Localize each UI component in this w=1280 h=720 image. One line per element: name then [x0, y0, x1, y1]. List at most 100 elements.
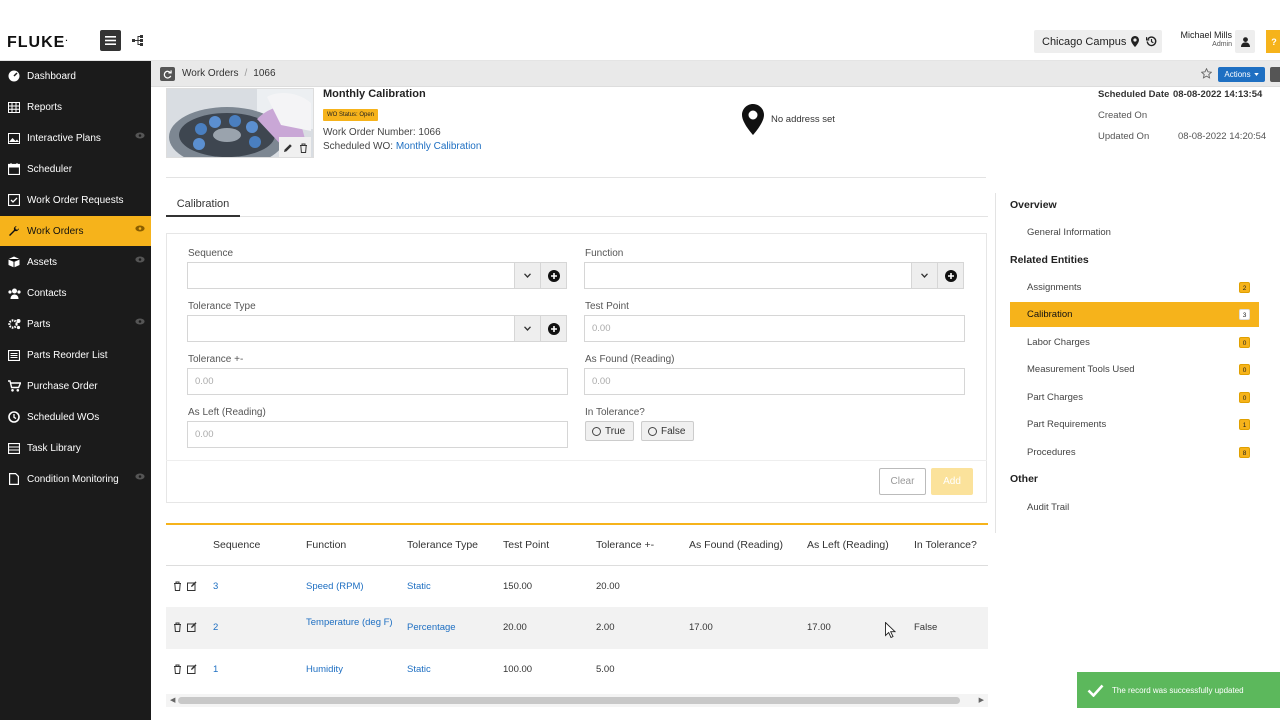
- tab-calibration[interactable]: Calibration: [166, 195, 240, 217]
- scroll-right-arrow-icon[interactable]: ▶: [979, 696, 984, 704]
- nav-part-charges[interactable]: Part Charges 0: [1010, 385, 1259, 410]
- cell-function[interactable]: Humidity: [306, 664, 343, 675]
- function-select[interactable]: [584, 262, 912, 289]
- success-toast[interactable]: The record was successfully updated: [1077, 672, 1280, 708]
- sidebar-item-parts-reorder-list[interactable]: Parts Reorder List: [0, 340, 151, 370]
- sidebar-item-work-order-requests[interactable]: Work Order Requests: [0, 185, 151, 215]
- refresh-button[interactable]: [160, 67, 175, 81]
- eye-icon[interactable]: [135, 132, 145, 139]
- sidebar-item-condition-monitoring[interactable]: Condition Monitoring: [0, 464, 151, 494]
- edit-icon[interactable]: [187, 581, 197, 591]
- tolerance-input[interactable]: 0.00: [187, 368, 568, 395]
- campus-selector[interactable]: Chicago Campus: [1034, 30, 1148, 53]
- hierarchy-button[interactable]: [128, 30, 148, 51]
- cell-function[interactable]: Temperature (deg F): [306, 616, 394, 629]
- cell-tolerance-type[interactable]: Static: [407, 581, 431, 592]
- nav-general-information[interactable]: General Information: [1010, 220, 1259, 245]
- sidebar-item-reports[interactable]: Reports: [0, 92, 151, 122]
- cell-sequence[interactable]: 1: [213, 664, 218, 675]
- sequence-dropdown-toggle[interactable]: [515, 262, 541, 289]
- cell-tolerance-type[interactable]: Static: [407, 664, 431, 675]
- false-label: False: [661, 425, 686, 437]
- menu-toggle-button[interactable]: [100, 30, 121, 51]
- sidebar-item-work-orders[interactable]: Work Orders: [0, 216, 151, 246]
- trash-icon[interactable]: [173, 581, 182, 591]
- nav-assignments[interactable]: Assignments 2: [1010, 275, 1259, 300]
- add-tolerance-type-button[interactable]: [541, 315, 567, 342]
- nav-part-requirements[interactable]: Part Requirements 1: [1010, 412, 1259, 437]
- tolerance-type-select[interactable]: [187, 315, 515, 342]
- eye-icon[interactable]: [135, 256, 145, 263]
- eye-icon[interactable]: [135, 473, 145, 480]
- column-header-in-tolerance[interactable]: In Tolerance?: [914, 539, 977, 551]
- as-found-input[interactable]: 0.00: [584, 368, 965, 395]
- column-header-as-found[interactable]: As Found (Reading): [689, 539, 783, 551]
- table-row[interactable]: 2 Temperature (deg F) Percentage 20.00 2…: [166, 607, 988, 649]
- breadcrumb-bar: Work Orders / 1066 Actions: [151, 61, 1280, 87]
- table-row[interactable]: 3 Speed (RPM) Static 150.00 20.00: [166, 566, 988, 608]
- column-header-function[interactable]: Function: [306, 539, 346, 551]
- scroll-left-arrow-icon[interactable]: ◀: [170, 696, 175, 704]
- sidebar-item-assets[interactable]: Assets: [0, 247, 151, 277]
- scrollbar-thumb[interactable]: [178, 697, 960, 704]
- in-tolerance-false-radio[interactable]: False: [641, 421, 695, 441]
- horizontal-scrollbar[interactable]: ◀ ▶: [166, 694, 988, 707]
- history-button[interactable]: [1140, 30, 1162, 53]
- cell-sequence[interactable]: 2: [213, 622, 218, 633]
- nav-labor-charges[interactable]: Labor Charges 0: [1010, 330, 1259, 355]
- cell-sequence[interactable]: 3: [213, 581, 218, 592]
- trash-icon[interactable]: [173, 622, 182, 632]
- add-button[interactable]: Add: [931, 468, 973, 495]
- sidebar-item-task-library[interactable]: Task Library: [0, 433, 151, 463]
- nav-measurement-tools-used[interactable]: Measurement Tools Used 0: [1010, 357, 1259, 382]
- fluke-logo[interactable]: FLUKE.: [7, 34, 69, 52]
- sidebar-item-label: Dashboard: [27, 70, 76, 82]
- favorite-star-icon[interactable]: [1201, 68, 1212, 79]
- cell-tolerance-type[interactable]: Percentage: [407, 622, 456, 633]
- delete-image-icon[interactable]: [299, 143, 308, 153]
- chevron-down-icon: [524, 273, 531, 278]
- column-header-tolerance[interactable]: Tolerance +-: [596, 539, 654, 551]
- print-button[interactable]: [1270, 67, 1280, 82]
- column-header-tolerance-type[interactable]: Tolerance Type: [407, 539, 478, 551]
- row-actions: [173, 622, 197, 632]
- tolerance-type-dropdown-toggle[interactable]: [515, 315, 541, 342]
- clear-button[interactable]: Clear: [879, 468, 926, 495]
- actions-dropdown-button[interactable]: Actions: [1218, 67, 1265, 82]
- user-menu-button[interactable]: [1235, 30, 1255, 53]
- scheduled-wo-link[interactable]: Monthly Calibration: [396, 141, 482, 152]
- sidebar-item-interactive-plans[interactable]: Interactive Plans: [0, 123, 151, 153]
- nav-audit-trail[interactable]: Audit Trail: [1010, 495, 1259, 520]
- eye-icon[interactable]: [135, 225, 145, 232]
- test-point-input[interactable]: 0.00: [584, 315, 965, 342]
- add-function-button[interactable]: [938, 262, 964, 289]
- nav-procedures[interactable]: Procedures 8: [1010, 440, 1259, 465]
- sidebar-item-dashboard[interactable]: Dashboard: [0, 61, 151, 91]
- as-left-input[interactable]: 0.00: [187, 421, 568, 448]
- help-button[interactable]: ?: [1266, 30, 1280, 53]
- cell-function[interactable]: Speed (RPM): [306, 581, 364, 592]
- edit-image-icon[interactable]: [283, 143, 293, 153]
- table-row[interactable]: 1 Humidity Static 100.00 5.00: [166, 649, 988, 691]
- sidebar-item-parts[interactable]: Parts: [0, 309, 151, 339]
- breadcrumb-work-orders[interactable]: Work Orders: [182, 68, 239, 79]
- work-order-image[interactable]: [166, 88, 314, 158]
- sidebar-item-purchase-order[interactable]: Purchase Order: [0, 371, 151, 401]
- edit-icon[interactable]: [187, 622, 197, 632]
- trash-icon[interactable]: [173, 664, 182, 674]
- user-info[interactable]: Michael Mills Admin: [1170, 30, 1232, 50]
- column-header-as-left[interactable]: As Left (Reading): [807, 539, 889, 551]
- edit-icon[interactable]: [187, 664, 197, 674]
- eye-icon[interactable]: [135, 318, 145, 325]
- add-sequence-button[interactable]: [541, 262, 567, 289]
- function-dropdown-toggle[interactable]: [912, 262, 938, 289]
- column-header-sequence[interactable]: Sequence: [213, 539, 260, 551]
- sidebar-item-contacts[interactable]: Contacts: [0, 278, 151, 308]
- nav-calibration[interactable]: Calibration 3: [1010, 302, 1259, 327]
- sequence-select[interactable]: [187, 262, 515, 289]
- column-header-test-point[interactable]: Test Point: [503, 539, 549, 551]
- updated-on-value: 08-08-2022 14:20:54: [1178, 131, 1267, 142]
- in-tolerance-true-radio[interactable]: True: [585, 421, 635, 441]
- sidebar-item-scheduled-wos[interactable]: Scheduled WOs: [0, 402, 151, 432]
- sidebar-item-scheduler[interactable]: Scheduler: [0, 154, 151, 184]
